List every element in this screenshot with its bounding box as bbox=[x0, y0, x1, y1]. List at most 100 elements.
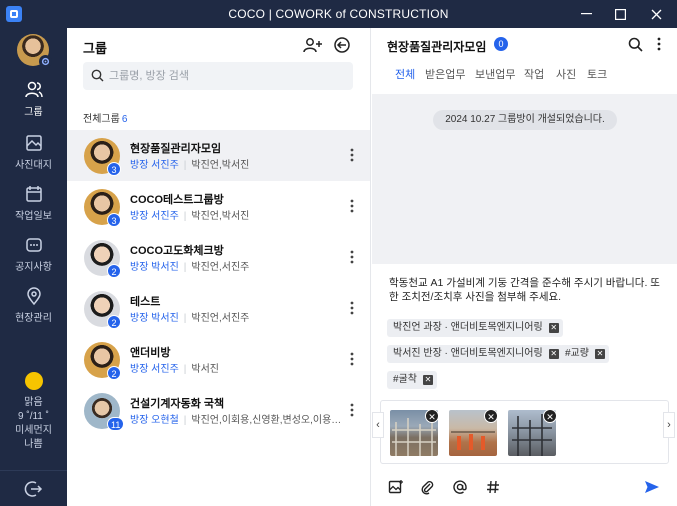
more-options-icon bbox=[657, 37, 661, 51]
close-button[interactable] bbox=[638, 0, 674, 28]
logout-button[interactable] bbox=[22, 478, 44, 505]
work-log-icon bbox=[25, 186, 42, 202]
system-message: 2024 10.27 그룹방이 개설되었습니다. bbox=[433, 110, 617, 130]
tab-all[interactable]: 전체 bbox=[395, 66, 415, 82]
group-members: 박진언,서진주 bbox=[191, 313, 250, 324]
member-count-badge: 2 bbox=[107, 315, 121, 329]
compose-area: 학동천교 A1 가설비계 기둥 간격을 준수해 주시기 바랍니다. 또한 조치전… bbox=[372, 264, 677, 506]
nav-label: 공지사항 bbox=[15, 262, 52, 273]
settings-gear-icon[interactable] bbox=[39, 55, 52, 68]
add-group-button[interactable] bbox=[303, 36, 323, 59]
attachment-thumbnail[interactable]: ✕ bbox=[390, 410, 438, 456]
photo-board-icon bbox=[25, 135, 42, 151]
group-meta: 방장 서진주 | 박서진 bbox=[130, 360, 219, 375]
nav-item-group[interactable]: 그룹 bbox=[0, 80, 67, 118]
remove-attachment-icon[interactable]: ✕ bbox=[484, 410, 497, 423]
maximize-button[interactable] bbox=[602, 0, 638, 28]
attach-file-button[interactable] bbox=[420, 479, 434, 500]
dust-value: 나쁨 bbox=[24, 439, 43, 450]
group-meta: 방장 서진주 | 박진언,박서진 bbox=[130, 207, 249, 222]
meta-separator: | bbox=[183, 211, 187, 222]
chevron-left-icon: ‹ bbox=[376, 419, 380, 431]
tab-photos[interactable]: 사진 bbox=[556, 66, 576, 82]
member-count-badge: 11 bbox=[107, 417, 125, 431]
nav-label: 사진대지 bbox=[15, 160, 52, 171]
nav-item-notice[interactable]: 공지사항 bbox=[0, 235, 67, 273]
remove-attachment-icon[interactable]: ✕ bbox=[543, 410, 556, 423]
chat-panel: 현장품질관리자모임 0 전체 받은업무 보낸업무 작업 사진 토크 2024 1… bbox=[372, 28, 677, 506]
meta-separator: | bbox=[183, 262, 187, 273]
meta-separator: | bbox=[183, 415, 187, 426]
group-name: 현장품질관리자모임 bbox=[130, 143, 222, 155]
remove-chip-icon[interactable]: ✕ bbox=[548, 323, 559, 333]
group-members: 박진언,박서진 bbox=[191, 160, 250, 171]
title-bar: COCO | COWORK of CONSTRUCTION bbox=[0, 0, 677, 28]
group-row[interactable]: 2 앤더비방 방장 서진주 | 박서진 bbox=[67, 334, 370, 385]
meta-separator: | bbox=[183, 313, 187, 324]
group-row[interactable]: 3 현장품질관리자모임 방장 서진주 | 박진언,박서진 bbox=[67, 130, 370, 181]
group-name: 앤더비방 bbox=[130, 347, 171, 359]
sun-icon bbox=[24, 372, 43, 390]
chat-more-button[interactable] bbox=[657, 37, 661, 56]
group-row[interactable]: 11 건설기계자동화 국책 방장 오현철 | 박진언,이회용,신영환,변성오,이용… bbox=[67, 385, 370, 436]
nav-item-photo-board[interactable]: 사진대지 bbox=[0, 133, 67, 171]
nav-item-site-management[interactable]: 현장관리 bbox=[0, 286, 67, 324]
attachment-thumbnail[interactable]: ✕ bbox=[449, 410, 497, 456]
send-button[interactable] bbox=[644, 479, 660, 500]
group-list-panel: 그룹 전체그룹6 3 현장품질관리자모임 방장 서진주 | 박진언,박서진 3 CO… bbox=[67, 28, 371, 506]
group-meta: 방장 오현철 | 박진언,이회용,신영환,변성오,이용… bbox=[130, 411, 341, 426]
attachment-tray: ✕ ✕ ✕ bbox=[380, 400, 669, 464]
tag-chip: #굴착 ✕ bbox=[387, 371, 437, 389]
add-user-icon bbox=[303, 38, 322, 53]
minimize-button[interactable] bbox=[568, 0, 604, 28]
scroll-left-button[interactable]: ‹ bbox=[372, 412, 384, 438]
group-row[interactable]: 2 테스트 방장 박서진 | 박진언,서진주 bbox=[67, 283, 370, 334]
unread-badge: 0 bbox=[494, 37, 508, 51]
group-row[interactable]: 3 COCO테스트그룹방 방장 서진주 | 박진언,박서진 bbox=[67, 181, 370, 232]
more-options-icon[interactable] bbox=[350, 403, 354, 422]
dust-label: 미세먼지 bbox=[15, 425, 52, 436]
group-count: 전체그룹 6 bbox=[83, 110, 127, 125]
group-search-box bbox=[83, 62, 353, 90]
attachment-thumbnail[interactable]: ✕ bbox=[508, 410, 556, 456]
site-location-icon bbox=[26, 287, 41, 306]
group-members: 박진언,박서진 bbox=[191, 211, 250, 222]
scroll-right-button[interactable]: › bbox=[663, 412, 675, 438]
search-input[interactable] bbox=[109, 62, 345, 90]
my-profile-avatar[interactable] bbox=[17, 34, 52, 68]
nav-item-work-log[interactable]: 작업일보 bbox=[0, 184, 67, 222]
send-icon bbox=[645, 481, 659, 493]
group-name: 테스트 bbox=[130, 296, 161, 308]
remove-chip-icon[interactable]: ✕ bbox=[548, 349, 559, 359]
group-row[interactable]: 2 COCO고도화체크방 방장 박서진 | 박진언,서진주 bbox=[67, 232, 370, 283]
rail-divider bbox=[0, 470, 67, 471]
tab-received-tasks[interactable]: 받은업무 bbox=[425, 66, 465, 82]
group-rows: 3 현장품질관리자모임 방장 서진주 | 박진언,박서진 3 COCO테스트그룹방 … bbox=[67, 130, 370, 436]
more-options-icon[interactable] bbox=[350, 250, 354, 269]
more-options-icon[interactable] bbox=[350, 352, 354, 371]
remove-attachment-icon[interactable]: ✕ bbox=[425, 410, 438, 423]
tab-talk[interactable]: 토크 bbox=[587, 66, 607, 82]
tab-sent-tasks[interactable]: 보낸업무 bbox=[475, 66, 515, 82]
arrow-left-circle-icon bbox=[334, 37, 350, 53]
nav-label: 작업일보 bbox=[15, 211, 52, 222]
remove-chip-icon[interactable]: ✕ bbox=[594, 349, 605, 359]
tab-work[interactable]: 작업 bbox=[524, 66, 544, 82]
chip-label: #굴착 bbox=[393, 374, 417, 385]
remove-chip-icon[interactable]: ✕ bbox=[422, 375, 433, 385]
logout-icon bbox=[24, 481, 43, 497]
group-members: 박서진 bbox=[191, 364, 219, 375]
chat-search-button[interactable] bbox=[628, 37, 643, 57]
back-button[interactable] bbox=[333, 36, 351, 59]
hashtag-button[interactable] bbox=[486, 479, 500, 500]
more-options-icon[interactable] bbox=[350, 148, 354, 167]
mention-button[interactable] bbox=[452, 479, 468, 500]
compose-text[interactable]: 학동천교 A1 가설비계 기둥 간격을 준수해 주시기 바랍니다. 또한 조치전… bbox=[389, 276, 669, 304]
attach-image-button[interactable] bbox=[388, 479, 404, 500]
panel-title: 그룹 bbox=[83, 41, 107, 56]
image-add-icon bbox=[388, 480, 403, 494]
group-leader: 방장 오현철 bbox=[130, 415, 179, 426]
more-options-icon[interactable] bbox=[350, 301, 354, 320]
chevron-right-icon: › bbox=[667, 419, 671, 431]
more-options-icon[interactable] bbox=[350, 199, 354, 218]
